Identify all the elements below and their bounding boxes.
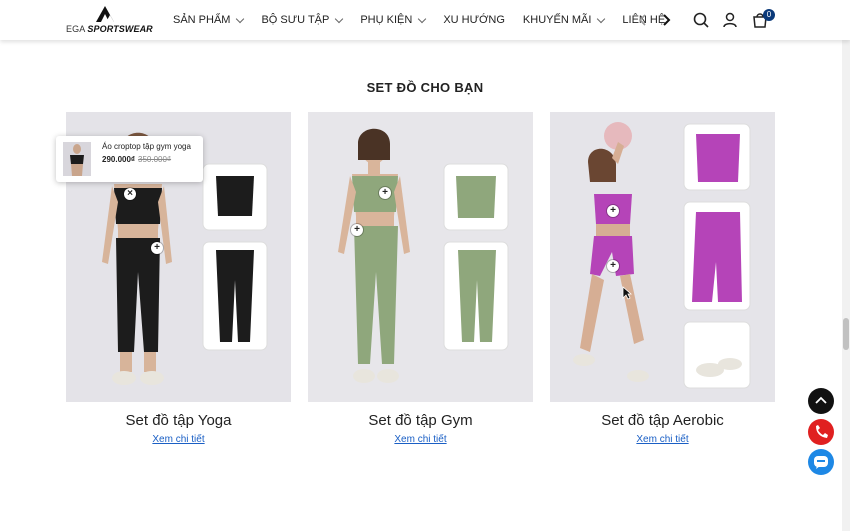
- outfit-image-gym[interactable]: + +: [308, 112, 533, 402]
- nav-item-khuyen-mai[interactable]: KHUYẾN MÃI: [523, 14, 606, 26]
- nav-item-phu-kien[interactable]: PHỤ KIỆN: [360, 14, 427, 26]
- scrollbar-thumb[interactable]: [843, 318, 849, 350]
- user-icon[interactable]: [721, 11, 739, 29]
- logo-text: EGA SPORTSWEAR: [66, 24, 153, 34]
- back-to-top-button[interactable]: [808, 388, 834, 414]
- chevron-right-icon[interactable]: [659, 13, 673, 27]
- mouse-cursor-icon: [622, 286, 632, 300]
- product-name[interactable]: Áo croptop tập gym yoga: [102, 142, 191, 151]
- logo[interactable]: EGA SPORTSWEAR: [66, 5, 153, 35]
- chevron-down-icon: [335, 14, 344, 23]
- chevron-down-icon: [597, 14, 606, 23]
- section-title: SET ĐỒ CHO BẠN: [366, 80, 484, 95]
- hotspot-plus-icon[interactable]: +: [607, 205, 619, 217]
- chevron-down-icon: [418, 14, 427, 23]
- view-details-link[interactable]: Xem chi tiết: [308, 434, 533, 445]
- card-title: Set đồ tập Yoga: [125, 412, 232, 429]
- view-details-link[interactable]: Xem chi tiết: [550, 434, 775, 445]
- nav-item-bo-suu-tap[interactable]: BỘ SƯU TẬP: [261, 14, 344, 26]
- model-illustration: [308, 112, 533, 402]
- product-price: 290.000₫ 350.000₫: [102, 155, 172, 164]
- chevron-left-icon[interactable]: [636, 13, 650, 27]
- hotspot-plus-icon[interactable]: +: [379, 187, 391, 199]
- view-details-link[interactable]: Xem chi tiết: [66, 434, 291, 445]
- chevron-down-icon: [236, 14, 245, 23]
- hotspot-plus-icon[interactable]: +: [607, 260, 619, 272]
- phone-icon: [816, 425, 828, 438]
- zalo-button[interactable]: [808, 449, 834, 475]
- hotspot-close-icon[interactable]: ×: [124, 188, 136, 200]
- hotspot-plus-icon[interactable]: +: [151, 242, 163, 254]
- main-nav: SẢN PHẨM BỘ SƯU TẬP PHỤ KIỆN XU HƯỚNG KH…: [173, 0, 683, 40]
- product-popup[interactable]: Áo croptop tập gym yoga 290.000₫ 350.000₫: [56, 136, 203, 182]
- search-icon[interactable]: [692, 11, 710, 29]
- card-title: Set đồ tập Gym: [368, 412, 473, 429]
- model-illustration: [550, 112, 775, 402]
- product-thumbnail: [63, 142, 91, 176]
- outfit-image-aerobic[interactable]: + +: [550, 112, 775, 402]
- cart-count-badge: 0: [763, 9, 775, 21]
- card-title: Set đồ tập Aerobic: [601, 412, 724, 429]
- nav-item-san-pham[interactable]: SẢN PHẨM: [173, 14, 245, 26]
- zalo-icon: [814, 456, 828, 469]
- nav-item-xu-huong[interactable]: XU HƯỚNG: [443, 14, 505, 26]
- site-header: EGA SPORTSWEAR SẢN PHẨM BỘ SƯU TẬP PHỤ K…: [0, 0, 850, 40]
- product-old-price: 350.000₫: [138, 155, 172, 164]
- page-scrollbar[interactable]: [842, 40, 850, 531]
- phone-button[interactable]: [808, 419, 834, 445]
- hotspot-plus-icon[interactable]: +: [351, 224, 363, 236]
- chevron-up-icon: [815, 396, 827, 404]
- logo-mark-icon: [96, 6, 114, 22]
